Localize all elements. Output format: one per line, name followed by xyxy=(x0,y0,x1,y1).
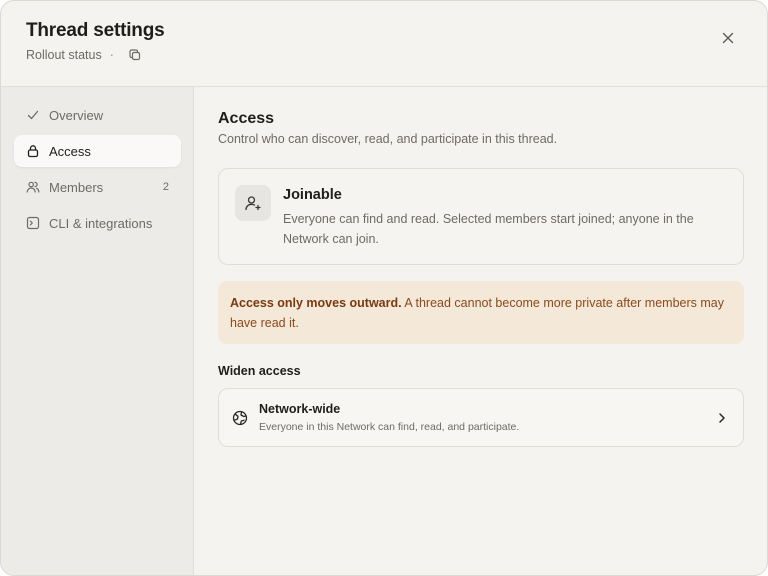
copy-icon[interactable] xyxy=(128,48,142,62)
section-title: Access xyxy=(218,110,275,127)
close-button[interactable] xyxy=(716,26,740,50)
subtitle-separator: · xyxy=(109,48,114,62)
main-content: Access Control who can discover, read, a… xyxy=(194,87,767,575)
sidebar-item-cli-integrations[interactable]: CLI & integrations xyxy=(14,207,181,239)
chevron-right-icon xyxy=(715,411,729,425)
users-icon xyxy=(26,180,40,194)
sidebar-item-label: Access xyxy=(49,143,91,159)
section-description: Control who can discover, read, and part… xyxy=(218,132,558,146)
sidebar-item-members[interactable]: Members 2 xyxy=(14,171,181,203)
dialog-header: Thread settings Rollout status · xyxy=(1,1,767,87)
sidebar-item-label: CLI & integrations xyxy=(49,215,153,231)
joinable-description: Everyone can find and read. Selected mem… xyxy=(283,212,694,246)
network-wide-option[interactable]: Network-wide Everyone in this Network ca… xyxy=(218,388,744,447)
widen-access-label: Widen access xyxy=(218,364,301,378)
joinable-title: Joinable xyxy=(283,187,342,203)
network-wide-description: Everyone in this Network can find, read,… xyxy=(259,421,520,433)
sidebar-item-access[interactable]: Access xyxy=(14,135,181,167)
sidebar-item-label: Overview xyxy=(49,107,104,123)
close-icon xyxy=(722,32,734,44)
dialog-title: Thread settings xyxy=(26,20,165,41)
sidebar-item-label: Members xyxy=(49,179,104,195)
lock-icon xyxy=(26,144,40,158)
warning-bold-text: Access only moves outward. xyxy=(230,296,402,310)
sidebar: Overview Access Members 2 CLI & integrat… xyxy=(1,87,194,575)
thread-settings-dialog: Thread settings Rollout status · Overvie… xyxy=(0,0,768,576)
check-icon xyxy=(26,108,40,122)
terminal-icon xyxy=(26,216,40,230)
subtitle-row: Rollout status · xyxy=(26,48,142,62)
globe-icon xyxy=(232,410,248,426)
subtitle-text: Rollout status xyxy=(26,48,102,62)
joinable-card: Joinable Everyone can find and read. Sel… xyxy=(218,168,744,265)
sidebar-item-overview[interactable]: Overview xyxy=(14,99,181,131)
network-wide-title: Network-wide xyxy=(259,402,341,416)
access-warning-banner: Access only moves outward. A thread cann… xyxy=(218,281,744,344)
members-count-badge: 2 xyxy=(162,181,169,193)
user-plus-icon xyxy=(235,185,271,221)
